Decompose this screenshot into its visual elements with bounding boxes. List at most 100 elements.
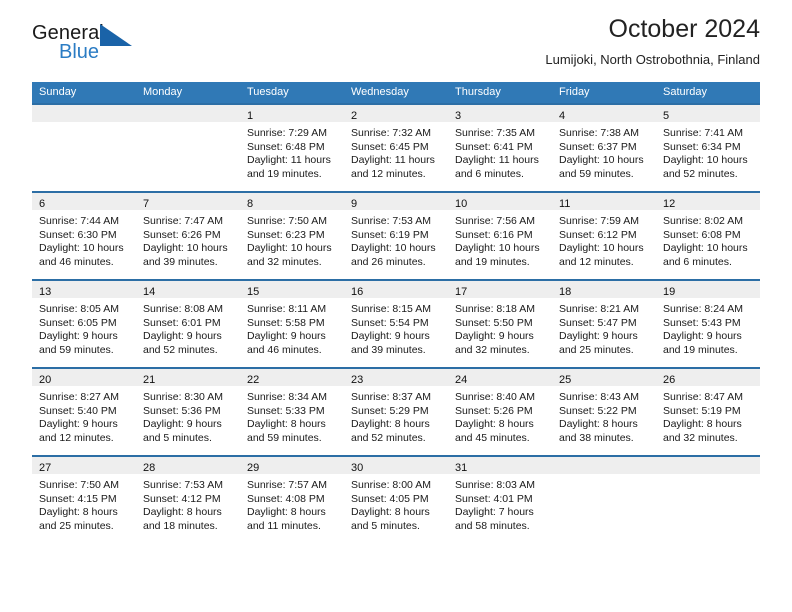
day-number-band (552, 457, 656, 474)
day-cell[interactable]: 7 Sunrise: 7:47 AM Sunset: 6:26 PM Dayli… (136, 193, 240, 279)
day-cell[interactable]: 27 Sunrise: 7:50 AM Sunset: 4:15 PM Dayl… (32, 457, 136, 543)
daylight-text: Daylight: 10 hours and 46 minutes. (39, 242, 124, 268)
day-number: 9 (351, 198, 358, 210)
sunset-text: Sunset: 6:41 PM (455, 140, 533, 153)
day-number: 13 (39, 286, 52, 298)
sunset-text: Sunset: 5:29 PM (351, 404, 429, 417)
generalblue-logo[interactable]: General Blue (32, 22, 142, 68)
day-info: Sunrise: 8:15 AM Sunset: 5:54 PM Dayligh… (344, 298, 448, 357)
day-info: Sunrise: 8:27 AM Sunset: 5:40 PM Dayligh… (32, 386, 136, 445)
day-number-band: 28 (136, 457, 240, 474)
day-number-band: 9 (344, 193, 448, 210)
day-cell[interactable]: 18 Sunrise: 8:21 AM Sunset: 5:47 PM Dayl… (552, 281, 656, 367)
day-cell[interactable]: 11 Sunrise: 7:59 AM Sunset: 6:12 PM Dayl… (552, 193, 656, 279)
day-cell[interactable]: 10 Sunrise: 7:56 AM Sunset: 6:16 PM Dayl… (448, 193, 552, 279)
day-cell[interactable] (656, 457, 760, 543)
day-cell[interactable]: 3 Sunrise: 7:35 AM Sunset: 6:41 PM Dayli… (448, 105, 552, 191)
day-info: Sunrise: 7:44 AM Sunset: 6:30 PM Dayligh… (32, 210, 136, 269)
daylight-text: Daylight: 10 hours and 26 minutes. (351, 242, 436, 268)
day-info: Sunrise: 8:00 AM Sunset: 4:05 PM Dayligh… (344, 474, 448, 533)
sunrise-text: Sunrise: 8:37 AM (351, 391, 431, 403)
day-cell[interactable]: 24 Sunrise: 8:40 AM Sunset: 5:26 PM Dayl… (448, 369, 552, 455)
sunset-text: Sunset: 6:45 PM (351, 140, 429, 153)
week-row: 20 Sunrise: 8:27 AM Sunset: 5:40 PM Dayl… (32, 367, 760, 455)
day-cell[interactable]: 17 Sunrise: 8:18 AM Sunset: 5:50 PM Dayl… (448, 281, 552, 367)
daylight-text: Daylight: 9 hours and 32 minutes. (455, 330, 534, 356)
day-number-band: 31 (448, 457, 552, 474)
day-cell[interactable] (32, 105, 136, 191)
sunrise-text: Sunrise: 8:47 AM (663, 391, 743, 403)
day-number: 5 (663, 110, 670, 122)
day-cell[interactable]: 29 Sunrise: 7:57 AM Sunset: 4:08 PM Dayl… (240, 457, 344, 543)
day-cell[interactable]: 13 Sunrise: 8:05 AM Sunset: 6:05 PM Dayl… (32, 281, 136, 367)
day-number-band: 12 (656, 193, 760, 210)
sunset-text: Sunset: 5:33 PM (247, 404, 325, 417)
day-cell[interactable]: 30 Sunrise: 8:00 AM Sunset: 4:05 PM Dayl… (344, 457, 448, 543)
day-cell[interactable]: 21 Sunrise: 8:30 AM Sunset: 5:36 PM Dayl… (136, 369, 240, 455)
day-cell[interactable]: 12 Sunrise: 8:02 AM Sunset: 6:08 PM Dayl… (656, 193, 760, 279)
week-row: 13 Sunrise: 8:05 AM Sunset: 6:05 PM Dayl… (32, 279, 760, 367)
page-title: October 2024 (608, 15, 761, 43)
day-number-band: 14 (136, 281, 240, 298)
day-cell[interactable] (552, 457, 656, 543)
sunrise-text: Sunrise: 8:03 AM (455, 479, 535, 491)
day-info (552, 474, 656, 479)
day-cell[interactable]: 6 Sunrise: 7:44 AM Sunset: 6:30 PM Dayli… (32, 193, 136, 279)
day-info: Sunrise: 7:50 AM Sunset: 4:15 PM Dayligh… (32, 474, 136, 533)
sunset-text: Sunset: 5:58 PM (247, 316, 325, 329)
day-cell[interactable]: 26 Sunrise: 8:47 AM Sunset: 5:19 PM Dayl… (656, 369, 760, 455)
day-cell[interactable]: 19 Sunrise: 8:24 AM Sunset: 5:43 PM Dayl… (656, 281, 760, 367)
day-cell[interactable]: 31 Sunrise: 8:03 AM Sunset: 4:01 PM Dayl… (448, 457, 552, 543)
day-number-band: 26 (656, 369, 760, 386)
sunset-text: Sunset: 6:23 PM (247, 228, 325, 241)
day-info: Sunrise: 8:02 AM Sunset: 6:08 PM Dayligh… (656, 210, 760, 269)
daylight-text: Daylight: 8 hours and 18 minutes. (143, 506, 222, 532)
day-number-band: 10 (448, 193, 552, 210)
sunrise-text: Sunrise: 7:50 AM (39, 479, 119, 491)
weekday-header-row: Sunday Monday Tuesday Wednesday Thursday… (32, 82, 760, 103)
day-cell[interactable]: 20 Sunrise: 8:27 AM Sunset: 5:40 PM Dayl… (32, 369, 136, 455)
day-cell[interactable]: 16 Sunrise: 8:15 AM Sunset: 5:54 PM Dayl… (344, 281, 448, 367)
day-number-band: 17 (448, 281, 552, 298)
day-cell[interactable]: 4 Sunrise: 7:38 AM Sunset: 6:37 PM Dayli… (552, 105, 656, 191)
daylight-text: Daylight: 10 hours and 6 minutes. (663, 242, 748, 268)
day-info: Sunrise: 7:41 AM Sunset: 6:34 PM Dayligh… (656, 122, 760, 181)
sunrise-text: Sunrise: 7:50 AM (247, 215, 327, 227)
day-number-band: 29 (240, 457, 344, 474)
weekday-header-thursday: Thursday (455, 86, 501, 98)
week-row: 27 Sunrise: 7:50 AM Sunset: 4:15 PM Dayl… (32, 455, 760, 543)
day-number: 28 (143, 462, 156, 474)
sunset-text: Sunset: 5:26 PM (455, 404, 533, 417)
day-cell[interactable]: 15 Sunrise: 8:11 AM Sunset: 5:58 PM Dayl… (240, 281, 344, 367)
weekday-header-monday: Monday (143, 86, 183, 98)
day-number-band: 11 (552, 193, 656, 210)
day-cell[interactable]: 28 Sunrise: 7:53 AM Sunset: 4:12 PM Dayl… (136, 457, 240, 543)
sunset-text: Sunset: 6:34 PM (663, 140, 741, 153)
day-cell[interactable]: 23 Sunrise: 8:37 AM Sunset: 5:29 PM Dayl… (344, 369, 448, 455)
day-cell[interactable]: 9 Sunrise: 7:53 AM Sunset: 6:19 PM Dayli… (344, 193, 448, 279)
sunrise-text: Sunrise: 8:00 AM (351, 479, 431, 491)
logo-text-blue: Blue (59, 41, 100, 63)
daylight-text: Daylight: 8 hours and 38 minutes. (559, 418, 638, 444)
day-cell[interactable]: 1 Sunrise: 7:29 AM Sunset: 6:48 PM Dayli… (240, 105, 344, 191)
day-number-band: 21 (136, 369, 240, 386)
sunset-text: Sunset: 4:15 PM (39, 492, 117, 505)
day-cell[interactable]: 22 Sunrise: 8:34 AM Sunset: 5:33 PM Dayl… (240, 369, 344, 455)
day-cell[interactable] (136, 105, 240, 191)
daylight-text: Daylight: 9 hours and 59 minutes. (39, 330, 118, 356)
day-number-band: 6 (32, 193, 136, 210)
day-cell[interactable]: 5 Sunrise: 7:41 AM Sunset: 6:34 PM Dayli… (656, 105, 760, 191)
day-cell[interactable]: 14 Sunrise: 8:08 AM Sunset: 6:01 PM Dayl… (136, 281, 240, 367)
day-number: 21 (143, 374, 156, 386)
day-cell[interactable]: 8 Sunrise: 7:50 AM Sunset: 6:23 PM Dayli… (240, 193, 344, 279)
sunset-text: Sunset: 6:26 PM (143, 228, 221, 241)
daylight-text: Daylight: 8 hours and 32 minutes. (663, 418, 742, 444)
daylight-text: Daylight: 9 hours and 39 minutes. (351, 330, 430, 356)
day-cell[interactable]: 25 Sunrise: 8:43 AM Sunset: 5:22 PM Dayl… (552, 369, 656, 455)
sunrise-text: Sunrise: 7:56 AM (455, 215, 535, 227)
day-cell[interactable]: 2 Sunrise: 7:32 AM Sunset: 6:45 PM Dayli… (344, 105, 448, 191)
day-info: Sunrise: 7:29 AM Sunset: 6:48 PM Dayligh… (240, 122, 344, 181)
sunrise-text: Sunrise: 7:57 AM (247, 479, 327, 491)
sunset-text: Sunset: 4:05 PM (351, 492, 429, 505)
day-number: 23 (351, 374, 364, 386)
